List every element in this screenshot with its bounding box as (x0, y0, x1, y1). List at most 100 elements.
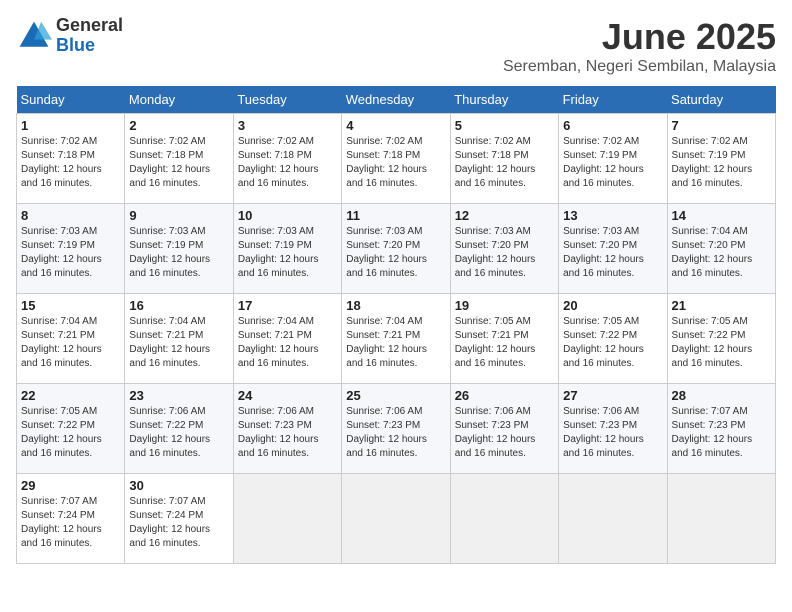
day-number: 26 (455, 388, 554, 403)
calendar-cell: 23 Sunrise: 7:06 AM Sunset: 7:22 PM Dayl… (125, 384, 233, 474)
day-info: Sunrise: 7:02 AM Sunset: 7:18 PM Dayligh… (346, 135, 445, 191)
day-info: Sunrise: 7:04 AM Sunset: 7:21 PM Dayligh… (346, 315, 445, 371)
month-title: June 2025 (503, 16, 776, 58)
calendar-cell: 22 Sunrise: 7:05 AM Sunset: 7:22 PM Dayl… (17, 384, 125, 474)
day-number: 1 (21, 118, 120, 133)
day-number: 16 (129, 298, 228, 313)
day-info: Sunrise: 7:04 AM Sunset: 7:21 PM Dayligh… (21, 315, 120, 371)
day-number: 22 (21, 388, 120, 403)
page-container: General Blue June 2025 Seremban, Negeri … (16, 16, 776, 564)
calendar-cell: 18 Sunrise: 7:04 AM Sunset: 7:21 PM Dayl… (342, 294, 450, 384)
day-info: Sunrise: 7:04 AM Sunset: 7:21 PM Dayligh… (238, 315, 337, 371)
calendar-cell: 4 Sunrise: 7:02 AM Sunset: 7:18 PM Dayli… (342, 114, 450, 204)
calendar-cell (559, 474, 667, 564)
day-number: 15 (21, 298, 120, 313)
calendar-row-3: 15 Sunrise: 7:04 AM Sunset: 7:21 PM Dayl… (17, 294, 776, 384)
day-number: 27 (563, 388, 662, 403)
calendar-cell: 3 Sunrise: 7:02 AM Sunset: 7:18 PM Dayli… (233, 114, 341, 204)
header: General Blue June 2025 Seremban, Negeri … (16, 16, 776, 76)
logo-icon (16, 18, 52, 54)
day-number: 4 (346, 118, 445, 133)
day-info: Sunrise: 7:07 AM Sunset: 7:24 PM Dayligh… (129, 495, 228, 551)
day-number: 5 (455, 118, 554, 133)
day-number: 6 (563, 118, 662, 133)
day-info: Sunrise: 7:06 AM Sunset: 7:23 PM Dayligh… (455, 405, 554, 461)
logo-blue-text: Blue (56, 36, 123, 56)
day-number: 24 (238, 388, 337, 403)
calendar-cell: 24 Sunrise: 7:06 AM Sunset: 7:23 PM Dayl… (233, 384, 341, 474)
calendar-cell: 11 Sunrise: 7:03 AM Sunset: 7:20 PM Dayl… (342, 204, 450, 294)
day-number: 3 (238, 118, 337, 133)
calendar-cell (667, 474, 775, 564)
day-info: Sunrise: 7:04 AM Sunset: 7:21 PM Dayligh… (129, 315, 228, 371)
day-number: 12 (455, 208, 554, 223)
day-info: Sunrise: 7:05 AM Sunset: 7:22 PM Dayligh… (563, 315, 662, 371)
day-number: 25 (346, 388, 445, 403)
calendar-cell: 10 Sunrise: 7:03 AM Sunset: 7:19 PM Dayl… (233, 204, 341, 294)
calendar-cell: 2 Sunrise: 7:02 AM Sunset: 7:18 PM Dayli… (125, 114, 233, 204)
calendar-cell: 27 Sunrise: 7:06 AM Sunset: 7:23 PM Dayl… (559, 384, 667, 474)
day-info: Sunrise: 7:02 AM Sunset: 7:18 PM Dayligh… (21, 135, 120, 191)
calendar-cell: 30 Sunrise: 7:07 AM Sunset: 7:24 PM Dayl… (125, 474, 233, 564)
location-title: Seremban, Negeri Sembilan, Malaysia (503, 58, 776, 76)
day-number: 17 (238, 298, 337, 313)
day-number: 14 (672, 208, 771, 223)
header-friday: Friday (559, 86, 667, 114)
day-number: 20 (563, 298, 662, 313)
logo-text: General Blue (56, 16, 123, 56)
header-monday: Monday (125, 86, 233, 114)
calendar-row-4: 22 Sunrise: 7:05 AM Sunset: 7:22 PM Dayl… (17, 384, 776, 474)
day-info: Sunrise: 7:02 AM Sunset: 7:18 PM Dayligh… (129, 135, 228, 191)
day-number: 18 (346, 298, 445, 313)
day-info: Sunrise: 7:05 AM Sunset: 7:22 PM Dayligh… (672, 315, 771, 371)
calendar-cell: 21 Sunrise: 7:05 AM Sunset: 7:22 PM Dayl… (667, 294, 775, 384)
day-info: Sunrise: 7:05 AM Sunset: 7:21 PM Dayligh… (455, 315, 554, 371)
calendar-cell: 28 Sunrise: 7:07 AM Sunset: 7:23 PM Dayl… (667, 384, 775, 474)
logo: General Blue (16, 16, 123, 56)
day-info: Sunrise: 7:03 AM Sunset: 7:19 PM Dayligh… (238, 225, 337, 281)
day-info: Sunrise: 7:04 AM Sunset: 7:20 PM Dayligh… (672, 225, 771, 281)
day-info: Sunrise: 7:02 AM Sunset: 7:19 PM Dayligh… (563, 135, 662, 191)
day-info: Sunrise: 7:07 AM Sunset: 7:24 PM Dayligh… (21, 495, 120, 551)
day-info: Sunrise: 7:03 AM Sunset: 7:20 PM Dayligh… (346, 225, 445, 281)
day-info: Sunrise: 7:03 AM Sunset: 7:20 PM Dayligh… (563, 225, 662, 281)
day-number: 8 (21, 208, 120, 223)
calendar-cell: 25 Sunrise: 7:06 AM Sunset: 7:23 PM Dayl… (342, 384, 450, 474)
calendar-cell: 1 Sunrise: 7:02 AM Sunset: 7:18 PM Dayli… (17, 114, 125, 204)
calendar-cell (342, 474, 450, 564)
day-info: Sunrise: 7:06 AM Sunset: 7:22 PM Dayligh… (129, 405, 228, 461)
calendar-cell: 19 Sunrise: 7:05 AM Sunset: 7:21 PM Dayl… (450, 294, 558, 384)
day-number: 2 (129, 118, 228, 133)
calendar-cell: 5 Sunrise: 7:02 AM Sunset: 7:18 PM Dayli… (450, 114, 558, 204)
calendar-row-5: 29 Sunrise: 7:07 AM Sunset: 7:24 PM Dayl… (17, 474, 776, 564)
title-section: June 2025 Seremban, Negeri Sembilan, Mal… (503, 16, 776, 76)
calendar-cell (233, 474, 341, 564)
day-number: 29 (21, 478, 120, 493)
calendar-cell: 15 Sunrise: 7:04 AM Sunset: 7:21 PM Dayl… (17, 294, 125, 384)
header-saturday: Saturday (667, 86, 775, 114)
day-info: Sunrise: 7:03 AM Sunset: 7:20 PM Dayligh… (455, 225, 554, 281)
day-info: Sunrise: 7:06 AM Sunset: 7:23 PM Dayligh… (346, 405, 445, 461)
day-info: Sunrise: 7:03 AM Sunset: 7:19 PM Dayligh… (21, 225, 120, 281)
day-number: 30 (129, 478, 228, 493)
header-tuesday: Tuesday (233, 86, 341, 114)
day-info: Sunrise: 7:05 AM Sunset: 7:22 PM Dayligh… (21, 405, 120, 461)
calendar-cell: 7 Sunrise: 7:02 AM Sunset: 7:19 PM Dayli… (667, 114, 775, 204)
day-info: Sunrise: 7:06 AM Sunset: 7:23 PM Dayligh… (238, 405, 337, 461)
header-thursday: Thursday (450, 86, 558, 114)
calendar-table: Sunday Monday Tuesday Wednesday Thursday… (16, 86, 776, 564)
day-number: 13 (563, 208, 662, 223)
calendar-cell: 20 Sunrise: 7:05 AM Sunset: 7:22 PM Dayl… (559, 294, 667, 384)
calendar-header-row: Sunday Monday Tuesday Wednesday Thursday… (17, 86, 776, 114)
day-number: 9 (129, 208, 228, 223)
day-number: 21 (672, 298, 771, 313)
logo-general-text: General (56, 16, 123, 36)
calendar-cell: 8 Sunrise: 7:03 AM Sunset: 7:19 PM Dayli… (17, 204, 125, 294)
calendar-cell: 16 Sunrise: 7:04 AM Sunset: 7:21 PM Dayl… (125, 294, 233, 384)
calendar-cell: 13 Sunrise: 7:03 AM Sunset: 7:20 PM Dayl… (559, 204, 667, 294)
calendar-cell: 17 Sunrise: 7:04 AM Sunset: 7:21 PM Dayl… (233, 294, 341, 384)
day-info: Sunrise: 7:02 AM Sunset: 7:18 PM Dayligh… (455, 135, 554, 191)
day-info: Sunrise: 7:06 AM Sunset: 7:23 PM Dayligh… (563, 405, 662, 461)
day-number: 28 (672, 388, 771, 403)
calendar-cell: 29 Sunrise: 7:07 AM Sunset: 7:24 PM Dayl… (17, 474, 125, 564)
